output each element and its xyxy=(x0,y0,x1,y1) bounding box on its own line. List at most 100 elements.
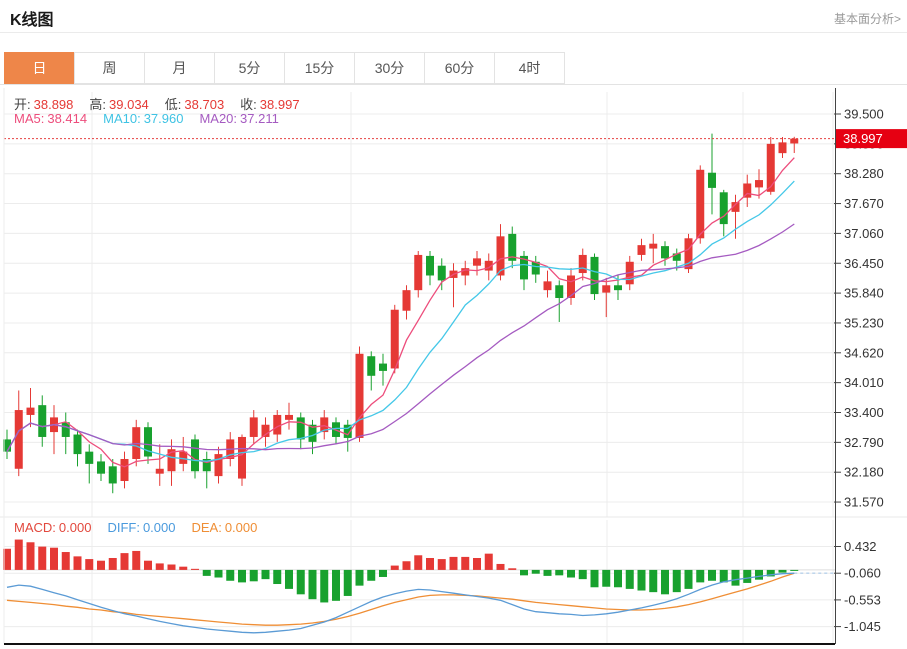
tab-period-0[interactable]: 日 xyxy=(4,52,75,84)
ma5-value: 38.414 xyxy=(47,111,87,126)
macd-hist-bar xyxy=(379,570,387,577)
macd-hist-bar xyxy=(555,570,563,575)
candle-body xyxy=(614,285,622,290)
kline-macd-chart: 39.50038.89038.28037.67037.06036.45035.8… xyxy=(0,84,907,649)
macd-hist-bar xyxy=(614,570,622,587)
candle-body xyxy=(579,255,587,273)
candle-body xyxy=(403,290,411,311)
ma10-item: MA10:37.960 xyxy=(103,111,183,126)
macd-hist-bar xyxy=(144,561,152,570)
macd-hist-bar xyxy=(62,552,70,570)
macd-hist-bar xyxy=(215,570,223,578)
high-value: 39.034 xyxy=(109,97,149,112)
macd-hist-bar xyxy=(74,556,82,570)
candle-body xyxy=(38,405,46,437)
macd-hist-bar xyxy=(179,567,187,570)
macd-hist-bar xyxy=(544,570,552,576)
macd-hist-bar xyxy=(732,570,740,586)
candle-body xyxy=(109,466,117,483)
tab-period-5[interactable]: 30分 xyxy=(354,52,425,84)
macd-hist-bar xyxy=(532,570,540,574)
candle-body xyxy=(779,142,787,153)
candle-body xyxy=(156,469,164,474)
candle-body xyxy=(708,173,716,188)
macd-hist-bar xyxy=(309,570,317,599)
macd-hist-bar xyxy=(15,540,23,570)
macd-hist-bar xyxy=(626,570,634,589)
tab-period-2[interactable]: 月 xyxy=(144,52,215,84)
macd-item: MACD:0.000 xyxy=(14,520,91,535)
macd-hist-bar xyxy=(438,559,446,570)
macd-hist-bar xyxy=(661,570,669,594)
diff-item: DIFF:0.000 xyxy=(107,520,175,535)
macd-hist-bar xyxy=(461,557,469,570)
candle-body xyxy=(661,246,669,258)
macd-hist-bar xyxy=(367,570,375,581)
y-axis-label: 31.570 xyxy=(844,495,884,510)
ma20-value: 37.211 xyxy=(240,111,279,126)
y-axis-label: 32.180 xyxy=(844,465,884,480)
y-axis-label: 36.450 xyxy=(844,256,884,271)
close-value: 38.997 xyxy=(260,97,300,112)
candle-body xyxy=(297,417,305,439)
macd-hist-bar xyxy=(38,547,46,570)
ma5-item: MA5:38.414 xyxy=(14,111,87,126)
low-value: 38.703 xyxy=(184,97,224,112)
candle-body xyxy=(473,258,481,265)
tab-period-7[interactable]: 4时 xyxy=(494,52,565,84)
macd-hist-bar xyxy=(508,568,516,570)
macd-hist-bar xyxy=(50,548,58,570)
candle-body xyxy=(438,266,446,281)
candle-body xyxy=(391,310,399,369)
y-axis-label: 34.010 xyxy=(844,375,884,390)
candle-body xyxy=(461,268,469,275)
macd-hist-bar xyxy=(356,570,364,586)
tab-period-4[interactable]: 15分 xyxy=(284,52,355,84)
candle-body xyxy=(591,257,599,294)
tab-period-3[interactable]: 5分 xyxy=(214,52,285,84)
candle-body xyxy=(379,364,387,371)
close-item: 收:38.997 xyxy=(240,97,299,112)
candle-body xyxy=(15,410,23,469)
ma20-label: MA20: xyxy=(199,111,237,126)
macd-hist-bar xyxy=(27,542,35,570)
macd-hist-bar xyxy=(121,553,129,570)
macd-hist-bar xyxy=(755,570,763,580)
macd-value: 0.000 xyxy=(59,520,92,535)
macd-hist-bar xyxy=(673,570,681,592)
macd-hist-bar xyxy=(520,570,528,575)
open-item: 开:38.898 xyxy=(14,97,73,112)
macd-hist-bar xyxy=(391,566,399,570)
candle-body xyxy=(767,144,775,192)
candle-body xyxy=(285,415,293,420)
macd-hist-bar xyxy=(473,558,481,570)
title-divider xyxy=(0,32,907,33)
candle-body xyxy=(250,417,258,437)
tab-period-1[interactable]: 周 xyxy=(74,52,145,84)
ma10-label: MA10: xyxy=(103,111,141,126)
high-label: 高: xyxy=(89,97,106,112)
macd-hist-bar xyxy=(696,570,704,582)
candle-body xyxy=(85,452,93,464)
fundamental-analysis-link[interactable]: 基本面分析> xyxy=(834,10,901,27)
macd-label: MACD: xyxy=(14,520,56,535)
macd-hist-bar xyxy=(485,554,493,570)
macd-hist-bar xyxy=(203,570,211,576)
dea-item: DEA:0.000 xyxy=(191,520,257,535)
candle-body xyxy=(426,256,434,276)
macd-hist-bar xyxy=(97,561,105,570)
macd-hist-bar xyxy=(649,570,657,592)
ma20-item: MA20:37.211 xyxy=(199,111,278,126)
ma5-label: MA5: xyxy=(14,111,44,126)
macd-hist-bar xyxy=(285,570,293,589)
macd-hist-bar xyxy=(191,569,199,570)
low-item: 低:38.703 xyxy=(165,97,224,112)
macd-hist-bar xyxy=(297,570,305,594)
candle-body xyxy=(638,245,646,255)
tab-period-6[interactable]: 60分 xyxy=(424,52,495,84)
macd-hist-bar xyxy=(426,558,434,570)
macd-hist-bar xyxy=(790,570,798,571)
dea-value: 0.000 xyxy=(225,520,258,535)
ma10-value: 37.960 xyxy=(144,111,184,126)
macd-hist-bar xyxy=(226,570,234,581)
